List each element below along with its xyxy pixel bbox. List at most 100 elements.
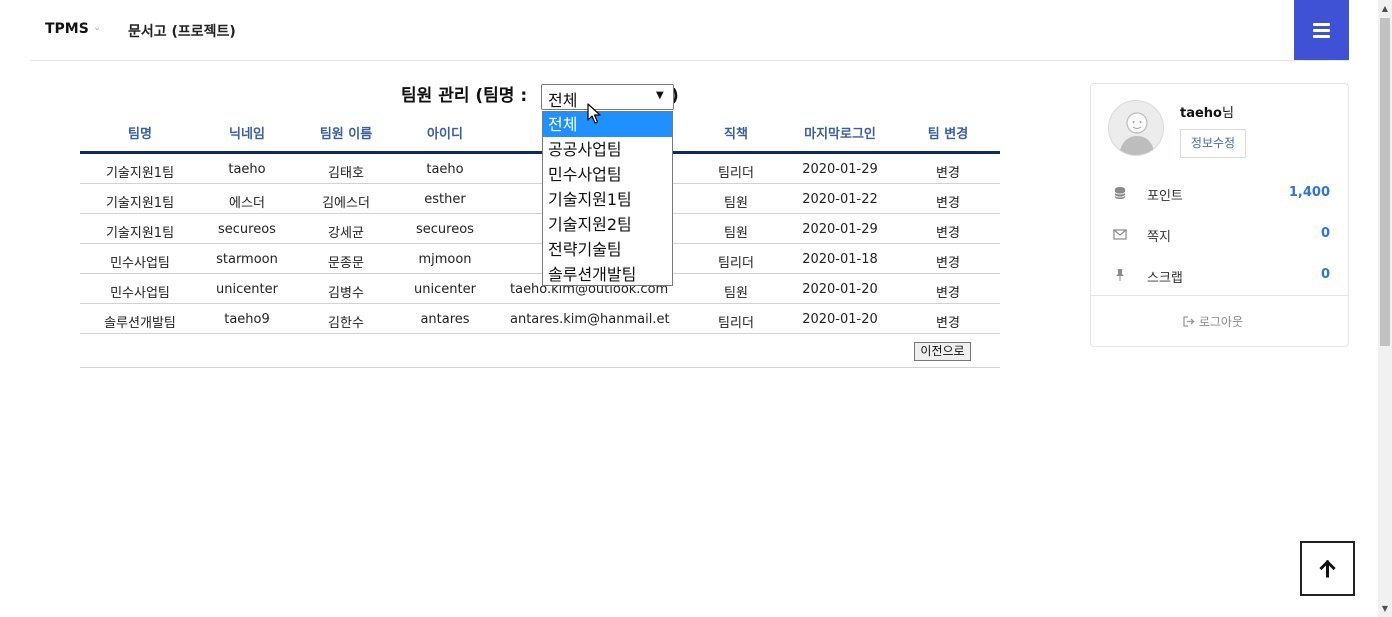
cell-name: 강세균 bbox=[328, 226, 364, 241]
stat-scraps[interactable]: 스크랩 0 bbox=[1091, 267, 1348, 287]
cell-name: 문종문 bbox=[328, 256, 364, 271]
cell-team: 기술지원1팀 bbox=[105, 166, 175, 181]
table-row: 민수사업팀 starmoon 문종문 mjmoon ant 팀리더 2020-0… bbox=[80, 244, 1000, 274]
team-option[interactable]: 공공사업팀 bbox=[543, 137, 672, 162]
team-option[interactable]: 기술지원2팀 bbox=[543, 212, 672, 237]
cell-position: 팀리더 bbox=[718, 166, 754, 181]
scroll-to-top-button[interactable] bbox=[1300, 541, 1355, 596]
team-option[interactable]: 기술지원1팀 bbox=[543, 187, 672, 212]
logout-link[interactable]: 로그아웃 bbox=[1183, 313, 1243, 330]
table-header: 팀명 닉네임 팀원 이름 아이디 직책 마지막로그인 팀 변경 bbox=[80, 116, 1000, 154]
cell-name: 김한수 bbox=[328, 316, 364, 331]
profile-card: taeho님 정보수정 포인트 1,400 쪽지 0 스크랩 0 로그아웃 bbox=[1090, 83, 1349, 347]
team-select-dropdown: 전체 공공사업팀 민수사업팀 기술지원1팀 기술지원2팀 전략기술팀 솔루션개발… bbox=[542, 111, 673, 286]
change-team-link[interactable]: 변경 bbox=[908, 222, 988, 241]
cell-id: mjmoon bbox=[418, 252, 472, 267]
cell-team: 기술지원1팀 bbox=[105, 196, 175, 211]
cell-id: unicenter bbox=[414, 282, 476, 297]
stat-value: 0 bbox=[1320, 226, 1330, 241]
cell-position: 팀리더 bbox=[718, 256, 754, 271]
nav-link-archive[interactable]: 문서고 (프로젝트) bbox=[128, 21, 236, 41]
top-nav: TPMS ⌄ 문서고 (프로젝트) bbox=[30, 0, 1349, 61]
scroll-up-arrow-icon[interactable]: ▲ bbox=[1378, 0, 1392, 17]
cell-last-login: 2020-01-20 bbox=[802, 312, 878, 327]
pin-icon bbox=[1116, 269, 1124, 281]
team-option[interactable]: 민수사업팀 bbox=[543, 162, 672, 187]
column-header-id: 아이디 bbox=[427, 127, 463, 142]
cell-last-login: 2020-01-22 bbox=[802, 192, 878, 207]
edit-profile-button[interactable]: 정보수정 bbox=[1180, 129, 1246, 158]
username-text: taeho bbox=[1180, 106, 1222, 121]
team-option[interactable]: 전략기술팀 bbox=[543, 237, 672, 262]
table-footer: 이전으로 bbox=[80, 334, 1000, 368]
mouse-cursor-icon bbox=[587, 103, 601, 124]
cell-name: 김에스더 bbox=[322, 196, 370, 211]
column-header-last-login: 마지막로그인 bbox=[804, 127, 876, 142]
stat-value: 1,400 bbox=[1288, 185, 1330, 200]
team-select-value: 전체 bbox=[548, 91, 578, 110]
table-row: 솔루션개발팀 taeho9 김한수 antares antares.kim@ha… bbox=[80, 304, 1000, 334]
cell-name: 김태호 bbox=[328, 166, 364, 181]
stat-points[interactable]: 포인트 1,400 bbox=[1091, 185, 1348, 205]
cell-id: antares bbox=[420, 312, 470, 327]
cell-email: antares.kim@hanmail.et bbox=[510, 312, 670, 327]
column-header-name: 팀원 이름 bbox=[319, 127, 373, 142]
stat-label: 스크랩 bbox=[1147, 271, 1183, 286]
change-team-link[interactable]: 변경 bbox=[908, 282, 988, 301]
user-silhouette-icon bbox=[1119, 112, 1155, 155]
menu-icon-bar bbox=[1313, 29, 1330, 32]
database-icon bbox=[1114, 187, 1126, 199]
envelope-icon bbox=[1113, 229, 1127, 240]
hamburger-menu-button[interactable] bbox=[1294, 0, 1349, 60]
team-select[interactable]: 전체 ▼ bbox=[541, 84, 674, 110]
triangle-down-icon: ▼ bbox=[656, 90, 664, 101]
table-row: 기술지원1팀 taeho 김태호 taeho u 팀리더 2020-01-29 … bbox=[80, 154, 1000, 184]
logout-label: 로그아웃 bbox=[1198, 315, 1243, 329]
cell-team: 민수사업팀 bbox=[110, 256, 170, 271]
cell-nickname: taeho bbox=[228, 162, 266, 177]
stat-label: 쪽지 bbox=[1147, 230, 1171, 245]
table-row: 기술지원1팀 에스더 김에스더 esther tae 팀원 2020-01-22… bbox=[80, 184, 1000, 214]
username: taeho님 bbox=[1180, 102, 1234, 121]
cell-nickname: starmoon bbox=[216, 252, 278, 267]
cell-nickname: unicenter bbox=[216, 282, 278, 297]
arrow-up-icon bbox=[1319, 559, 1336, 578]
cell-team: 솔루션개발팀 bbox=[104, 316, 176, 331]
vertical-scrollbar[interactable]: ▲ ▼ bbox=[1378, 0, 1392, 617]
page-title-prefix: 팀원 관리 (팀명 : bbox=[401, 86, 528, 106]
team-option-all[interactable]: 전체 bbox=[543, 112, 672, 137]
cell-team: 민수사업팀 bbox=[110, 286, 170, 301]
menu-icon-bar bbox=[1313, 35, 1330, 38]
page: TPMS ⌄ 문서고 (프로젝트) 팀원 관리 (팀명 : ) 전체 ▼ 팀명 … bbox=[0, 0, 1392, 617]
scrollbar-thumb[interactable] bbox=[1380, 18, 1390, 346]
divider bbox=[1091, 295, 1348, 296]
change-team-link[interactable]: 변경 bbox=[908, 192, 988, 211]
cell-last-login: 2020-01-29 bbox=[802, 162, 878, 177]
table-row: 기술지원1팀 secureos 강세균 secureos s 팀원 2020-0… bbox=[80, 214, 1000, 244]
cell-last-login: 2020-01-20 bbox=[802, 282, 878, 297]
cell-name: 김병수 bbox=[328, 286, 364, 301]
change-team-link[interactable]: 변경 bbox=[908, 162, 988, 181]
cell-last-login: 2020-01-18 bbox=[802, 252, 878, 267]
cell-position: 팀원 bbox=[724, 286, 748, 301]
menu-icon bbox=[1313, 23, 1330, 26]
change-team-link[interactable]: 변경 bbox=[908, 312, 988, 331]
avatar bbox=[1108, 100, 1164, 156]
scroll-down-arrow-icon[interactable]: ▼ bbox=[1378, 600, 1392, 617]
table-row: 민수사업팀 unicenter 김병수 unicenter taeho.kim@… bbox=[80, 274, 1000, 304]
cell-nickname: taeho9 bbox=[224, 312, 270, 327]
stat-messages[interactable]: 쪽지 0 bbox=[1091, 226, 1348, 246]
cell-id: taeho bbox=[426, 162, 464, 177]
cell-nickname: 에스더 bbox=[229, 196, 265, 211]
cell-last-login: 2020-01-29 bbox=[802, 222, 878, 237]
cell-nickname: secureos bbox=[218, 222, 276, 237]
brand-menu[interactable]: TPMS bbox=[45, 21, 89, 37]
column-header-team: 팀명 bbox=[128, 127, 152, 142]
username-suffix: 님 bbox=[1222, 106, 1234, 121]
back-button[interactable]: 이전으로 bbox=[914, 342, 971, 361]
column-header-nickname: 닉네임 bbox=[229, 127, 265, 142]
team-option[interactable]: 솔루션개발팀 bbox=[543, 262, 672, 287]
chevron-down-icon[interactable]: ⌄ bbox=[93, 22, 101, 33]
change-team-link[interactable]: 변경 bbox=[908, 252, 988, 271]
column-header-team-change: 팀 변경 bbox=[927, 127, 969, 142]
